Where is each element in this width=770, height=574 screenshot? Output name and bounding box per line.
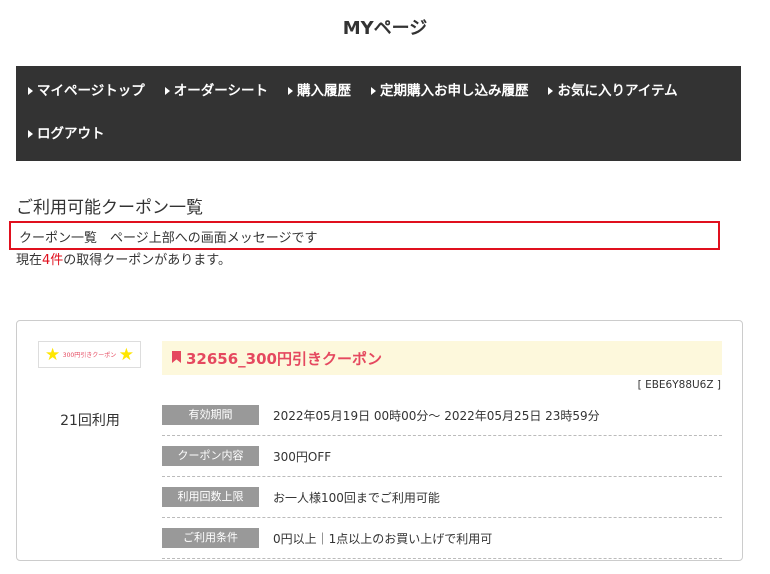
star-icon: ★ xyxy=(45,344,61,365)
row-value: 300円OFF xyxy=(273,449,332,464)
section-heading: ご利用可能クーポン一覧 xyxy=(16,198,203,218)
coupon-count: 現在4件の取得クーポンがあります。 xyxy=(16,249,231,268)
coupon-name: 32656_300円引きクーポン xyxy=(186,350,382,368)
coupon-row: 有効期間 2022年05月19日 00時00分～ 2022年05月25日 23時5… xyxy=(162,395,722,436)
coupon-row: 利用回数上限 お一人様100回までご利用可能 xyxy=(162,477,722,518)
coupon-image-text: 300円引きクーポン xyxy=(62,352,117,359)
nav-label: 定期購入お申し込み履歴 xyxy=(379,83,529,99)
nav-label: マイページトップ xyxy=(37,83,145,99)
triangle-icon xyxy=(28,130,33,138)
count-suffix: の取得クーポンがあります。 xyxy=(63,253,231,268)
row-value: 2022年05月19日 00時00分～ 2022年05月25日 23時59分 xyxy=(273,408,600,423)
nav-subscription-history[interactable]: 定期購入お申し込み履歴 xyxy=(370,80,529,123)
row-label: ご利用条件 xyxy=(162,528,259,548)
nav-label: お気に入りアイテム xyxy=(557,83,678,99)
coupon-row: ご利用条件 0円以上｜1点以上のお買い上げで利用可 xyxy=(162,518,722,559)
nav-label: ログアウト xyxy=(37,126,105,142)
row-value: 0円以上｜1点以上のお買い上げで利用可 xyxy=(273,531,493,546)
bookmark-icon xyxy=(172,351,181,363)
coupon-image: ★ 300円引きクーポン ★ xyxy=(38,341,141,368)
triangle-icon xyxy=(370,87,376,95)
coupon-row: クーポン内容 300円OFF xyxy=(162,436,722,477)
row-label: クーポン内容 xyxy=(162,446,259,466)
row-label: 有効期間 xyxy=(162,405,259,425)
coupon-code: [ EBE6Y88U6Z ] xyxy=(637,379,721,391)
nav-label: オーダーシート xyxy=(173,83,268,99)
star-icon: ★ xyxy=(118,344,134,365)
nav-menu: マイページトップ オーダーシート 購入履歴 定期購入お申し込み履歴 お気に入りア… xyxy=(16,66,741,161)
usage-count: 21回利用 xyxy=(60,413,120,429)
nav-purchase-history[interactable]: 購入履歴 xyxy=(287,80,351,123)
row-value: お一人様100回までご利用可能 xyxy=(273,490,440,505)
row-label: 利用回数上限 xyxy=(162,487,259,507)
nav-logout[interactable]: ログアウト xyxy=(28,123,105,166)
nav-order-sheet[interactable]: オーダーシート xyxy=(164,80,268,123)
count-prefix: 現在 xyxy=(16,253,43,268)
triangle-icon xyxy=(164,87,170,95)
nav-mypage-top[interactable]: マイページトップ xyxy=(28,80,145,123)
nav-label: 購入履歴 xyxy=(296,83,351,99)
coupon-card: ★ 300円引きクーポン ★ 21回利用 32656_300円引きクーポン [ EB… xyxy=(16,320,743,561)
coupon-title: 32656_300円引きクーポン xyxy=(162,341,722,375)
triangle-icon xyxy=(287,87,293,95)
nav-favorites[interactable]: お気に入りアイテム xyxy=(548,80,678,123)
count-number: 4件 xyxy=(42,253,64,268)
triangle-icon xyxy=(548,87,554,95)
page-title: MYページ xyxy=(342,18,428,39)
triangle-icon xyxy=(28,87,33,95)
page-message: クーポン一覧 ページ上部への画面メッセージです xyxy=(9,221,720,250)
